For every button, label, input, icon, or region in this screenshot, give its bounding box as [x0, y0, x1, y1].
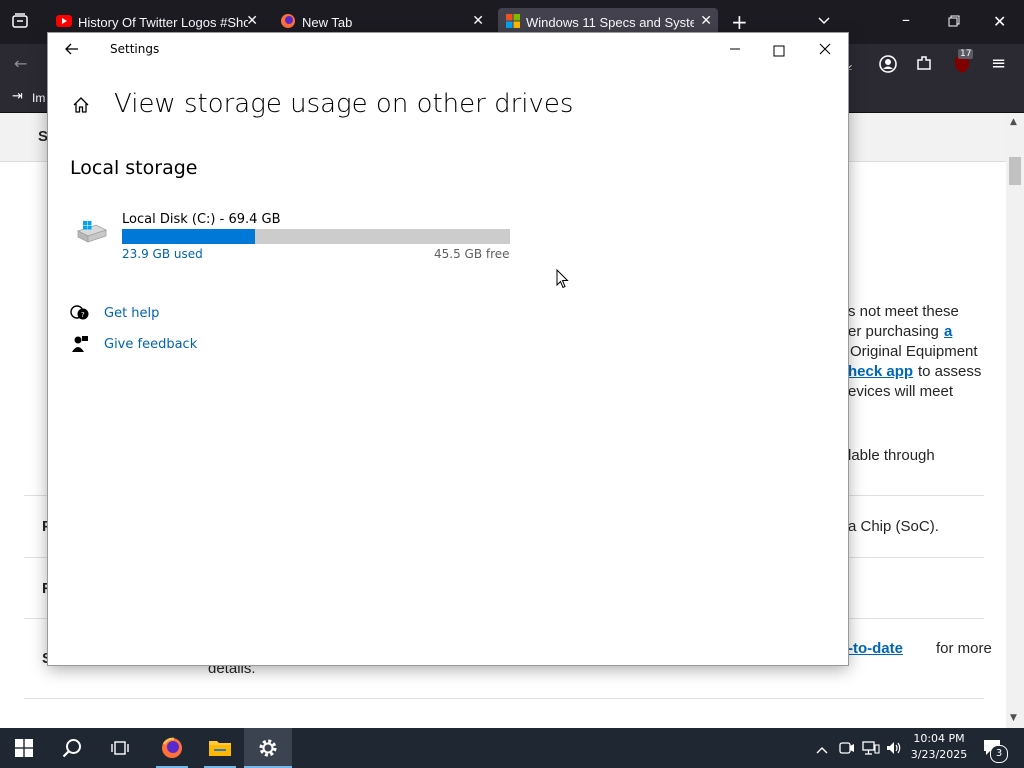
close-tab-icon[interactable]: ✕	[700, 12, 712, 29]
meet-now-icon[interactable]	[839, 740, 855, 760]
search-button[interactable]	[48, 728, 96, 768]
scroll-down-icon[interactable]: ▼	[1010, 713, 1017, 723]
tab-title: New Tab	[302, 14, 353, 30]
tab-title: History Of Twitter Logos #Short	[78, 14, 248, 30]
show-hidden-icons-icon[interactable]	[816, 741, 828, 760]
search-icon	[62, 739, 81, 758]
tab-windows-11-specs[interactable]: Windows 11 Specs and System ✕	[498, 8, 718, 36]
start-button[interactable]	[0, 728, 48, 768]
body-link[interactable]: a	[944, 323, 952, 340]
tab-new-tab[interactable]: New Tab ✕	[272, 8, 490, 36]
firefox-icon	[280, 13, 296, 32]
restore-icon[interactable]	[948, 12, 960, 31]
new-tab-icon[interactable]: +	[731, 10, 748, 34]
minimize-icon[interactable]: –	[902, 10, 910, 29]
volume-icon[interactable]	[886, 740, 904, 760]
body-text: to assess	[918, 363, 982, 380]
task-view-icon	[111, 741, 129, 755]
drive-icon	[76, 219, 108, 249]
maximize-icon[interactable]	[773, 42, 785, 61]
drive-item[interactable]: Local Disk (C:) - 69.4 GB 23.9 GB used 4…	[70, 205, 520, 265]
settings-window: Settings View storage usage on other dri…	[48, 33, 848, 665]
give-feedback-link[interactable]: Give feedback	[104, 337, 197, 352]
minimize-icon[interactable]	[728, 41, 742, 60]
page-title: View storage usage on other drives	[114, 89, 574, 119]
close-icon[interactable]	[818, 41, 832, 60]
free-label: 45.5 GB free	[434, 247, 510, 261]
clock[interactable]: 10:04 PM 3/23/2025	[908, 731, 970, 765]
section-title: Local storage	[70, 157, 198, 179]
scrollbar-thumb[interactable]	[1009, 157, 1021, 185]
notification-count-badge: 3	[990, 745, 1008, 763]
microsoft-icon	[506, 13, 520, 31]
clock-date: 3/23/2025	[910, 748, 968, 761]
import-bookmarks-label[interactable]: Im	[32, 91, 45, 105]
drive-name: Local Disk (C:) - 69.4 GB	[122, 212, 281, 227]
folder-icon	[209, 741, 231, 756]
tab-youtube[interactable]: History Of Twitter Logos #Short ✕	[48, 8, 264, 36]
taskbar: 10:04 PM 3/23/2025 3	[0, 728, 1024, 768]
tab-list-icon[interactable]	[11, 12, 29, 34]
youtube-icon	[56, 14, 72, 30]
give-feedback-icon	[71, 335, 89, 357]
header-fragment: S	[38, 128, 49, 145]
close-tab-icon[interactable]: ✕	[246, 12, 258, 29]
get-help-link[interactable]: Get help	[104, 306, 159, 321]
close-tab-icon[interactable]: ✕	[472, 12, 484, 29]
body-link[interactable]: heck app	[848, 363, 913, 380]
svg-text:?: ?	[81, 311, 85, 319]
body-text: for more	[936, 640, 992, 657]
divider	[24, 698, 984, 699]
get-help-icon: ?	[70, 304, 90, 326]
account-icon[interactable]	[878, 54, 898, 78]
extension-badge: 17	[958, 49, 974, 59]
storage-usage-fill	[122, 229, 256, 244]
firefox-icon	[162, 737, 182, 758]
body-text: Original Equipment	[850, 343, 978, 360]
page-scrollbar[interactable]: ▲ ▼	[1006, 113, 1024, 728]
taskbar-settings[interactable]	[244, 728, 292, 768]
window-title: Settings	[110, 42, 160, 56]
list-all-tabs-icon[interactable]	[817, 12, 831, 31]
back-arrow-icon[interactable]	[64, 41, 80, 61]
scroll-up-icon[interactable]: ▲	[1010, 117, 1017, 127]
network-icon[interactable]	[862, 740, 880, 760]
taskbar-file-explorer[interactable]	[196, 728, 244, 768]
body-text: evices will meet	[848, 383, 954, 400]
close-browser-icon[interactable]: ✕	[993, 12, 1006, 31]
taskbar-firefox[interactable]	[148, 728, 196, 768]
extensions-icon[interactable]	[915, 54, 933, 76]
windows-logo-icon	[15, 739, 33, 757]
menu-icon[interactable]: ≡	[991, 53, 1006, 74]
body-text: lable through	[848, 447, 935, 464]
body-text: s not meet these	[848, 303, 959, 320]
import-bookmarks-icon[interactable]: ⇥	[12, 89, 23, 104]
storage-usage-bar	[122, 229, 510, 244]
back-icon[interactable]: ←	[14, 54, 27, 73]
clock-time: 10:04 PM	[913, 732, 965, 745]
task-view-button[interactable]	[96, 728, 144, 768]
gear-icon	[259, 739, 277, 757]
body-text: er purchasing	[848, 323, 939, 340]
body-link[interactable]: -to-date	[848, 640, 903, 657]
body-text: a Chip (SoC).	[848, 518, 939, 535]
used-label: 23.9 GB used	[122, 247, 203, 261]
tab-title: Windows 11 Specs and System	[526, 14, 694, 30]
home-icon[interactable]	[71, 95, 91, 119]
mouse-cursor-icon	[556, 268, 569, 293]
